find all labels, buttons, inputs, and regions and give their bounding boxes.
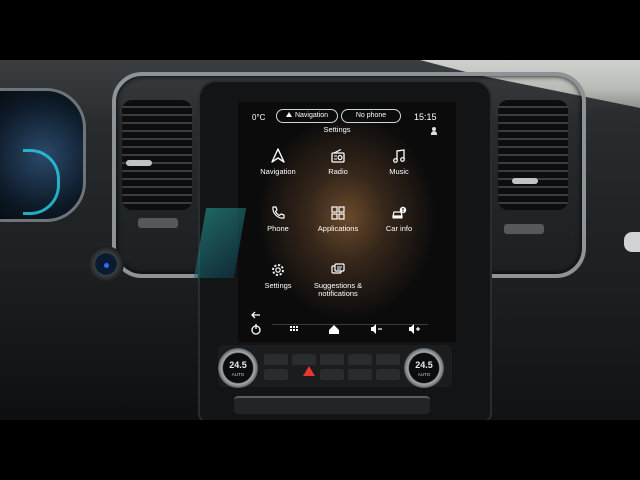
vent-tab-left [138,218,178,228]
navigation-pill-label: Navigation [294,112,329,119]
infotainment-screen: 0°C Navigation No phone 15:15 Settings N… [238,102,456,342]
volume-up-icon[interactable] [406,322,422,336]
volume-down-icon[interactable] [368,322,384,336]
tile-applications[interactable]: Applications [305,203,371,249]
power-icon[interactable] [248,322,264,336]
navigation-pill[interactable]: Navigation [276,109,338,123]
tile-label: Radio [328,167,348,176]
lower-button-strip[interactable] [234,396,430,414]
tile-label: Suggestions & notifications [313,281,363,298]
tile-label: Music [389,167,409,176]
climate-button[interactable] [376,354,400,365]
car-info-icon [392,206,407,219]
gear-icon [272,264,284,276]
climate-button[interactable] [292,354,316,365]
apps-grid-icon [331,206,345,220]
air-vent-right [498,100,568,210]
vent-slider-right [512,178,538,184]
vent-slider-left [126,160,152,166]
climate-button[interactable] [320,369,344,380]
air-vent-left [122,100,192,210]
outside-temperature: 0°C [252,113,266,122]
temperature-knob-left[interactable]: 24.5 AUTO [218,348,258,388]
phone-icon [272,206,285,219]
back-icon[interactable] [248,308,264,322]
tile-label: Applications [317,224,359,233]
app-grid-icon[interactable] [286,322,302,336]
page-title: Settings [323,125,351,134]
climate-button[interactable] [376,369,400,380]
start-button-light [104,263,109,268]
notifications-icon [331,263,345,274]
door-handle [624,232,640,252]
climate-button[interactable] [264,369,288,380]
tile-label: Car info [385,224,413,233]
tile-phone[interactable]: Phone [245,203,311,249]
climate-button[interactable] [348,354,372,365]
letterbox-bottom [0,420,640,480]
climate-button[interactable] [320,354,344,365]
tile-car-info[interactable]: Car info [366,203,432,249]
music-note-icon [393,149,405,163]
climate-button[interactable] [348,369,372,380]
tile-navigation[interactable]: Navigation [245,146,311,192]
home-icon[interactable] [326,322,342,336]
user-profile-icon[interactable] [431,127,437,135]
cluster-gauge-arc [23,149,60,215]
tile-settings[interactable]: Settings [245,260,311,306]
tile-suggestions-notifications[interactable]: Suggestions & notifications [305,260,371,306]
car-interior-photo: 0°C Navigation No phone 15:15 Settings N… [0,60,640,420]
climate-button[interactable] [264,354,288,365]
clock: 15:15 [414,112,437,122]
temperature-knob-right[interactable]: 24.5 AUTO [404,348,444,388]
temperature-right-value: 24.5 [415,360,433,370]
navigation-arrow-icon [271,148,285,163]
tile-label: Phone [267,224,289,233]
dashboard-lower-left [0,270,200,420]
instrument-cluster [0,88,86,222]
temperature-left-value: 24.5 [229,360,247,370]
phone-pill-label: No phone [355,112,387,119]
nav-arrow-icon [285,112,292,117]
fan-left-label: AUTO [231,372,245,377]
tile-label: Navigation [260,167,296,176]
tile-radio[interactable]: Radio [305,146,371,192]
radio-icon [331,148,345,163]
vent-tab-right [504,224,544,234]
bottom-bar [238,311,456,342]
tile-label: Settings [264,281,292,290]
tile-music[interactable]: Music [366,146,432,192]
hazard-warning-icon[interactable] [303,366,315,376]
letterbox-top [0,0,640,60]
fan-right-label: AUTO [417,372,431,377]
phone-pill[interactable]: No phone [341,109,401,123]
